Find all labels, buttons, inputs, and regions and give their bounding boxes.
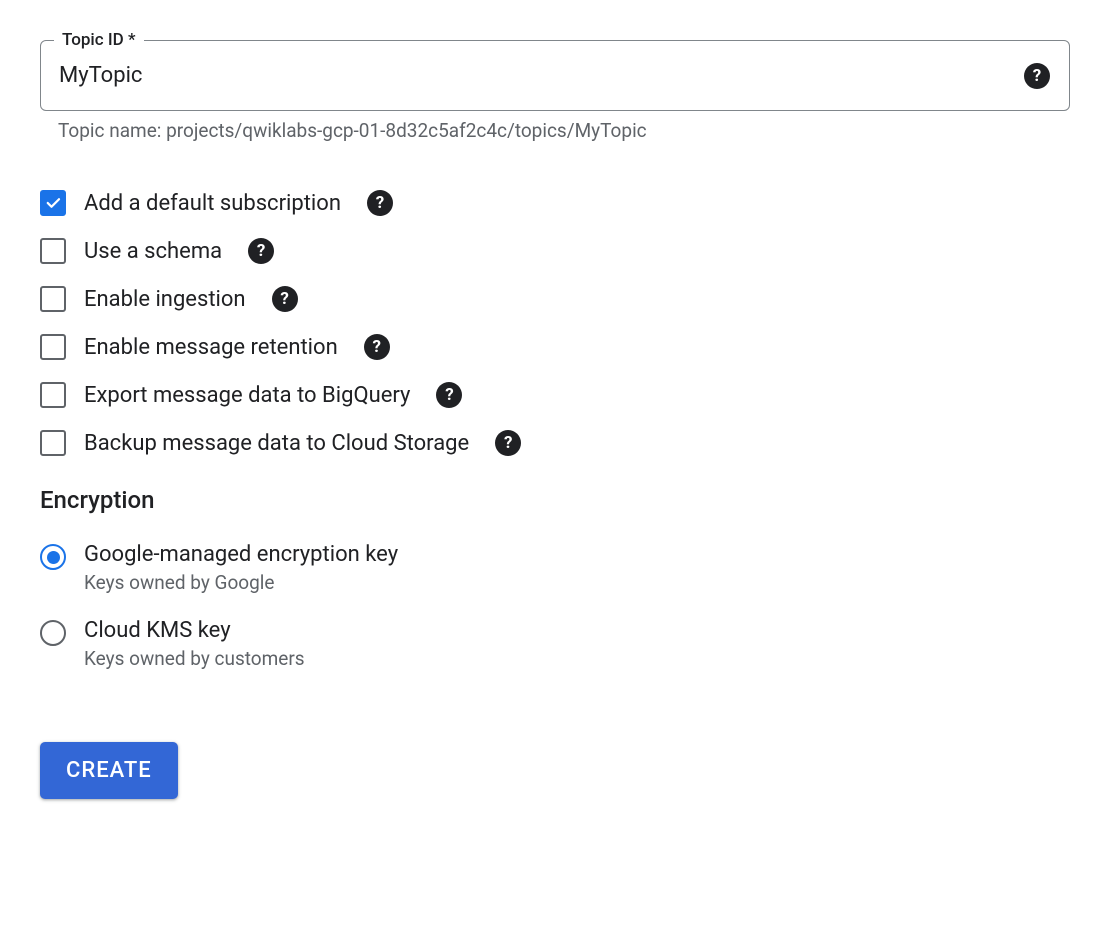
retention-help-icon[interactable]: ?: [364, 334, 390, 360]
default-subscription-label: Add a default subscription: [84, 191, 341, 216]
ingestion-help-icon[interactable]: ?: [272, 286, 298, 312]
bigquery-label: Export message data to BigQuery: [84, 383, 410, 408]
encryption-heading: Encryption: [40, 486, 1070, 514]
google-managed-radio-row: Google-managed encryption key Keys owned…: [40, 542, 1070, 594]
cloud-kms-radio-row: Cloud KMS key Keys owned by customers: [40, 618, 1070, 670]
cloud-storage-label: Backup message data to Cloud Storage: [84, 431, 469, 456]
cloud-kms-radio[interactable]: [40, 620, 66, 646]
schema-checkbox[interactable]: [40, 238, 66, 264]
cloud-storage-checkbox[interactable]: [40, 430, 66, 456]
retention-checkbox[interactable]: [40, 334, 66, 360]
cloud-storage-help-icon[interactable]: ?: [495, 430, 521, 456]
ingestion-checkbox[interactable]: [40, 286, 66, 312]
default-subscription-checkbox[interactable]: [40, 190, 66, 216]
ingestion-label: Enable ingestion: [84, 287, 246, 312]
bigquery-checkbox[interactable]: [40, 382, 66, 408]
topic-name-help-text: Topic name: projects/qwiklabs-gcp-01-8d3…: [58, 119, 1070, 142]
topic-id-input[interactable]: [40, 40, 1070, 111]
cloud-kms-label: Cloud KMS key: [84, 618, 305, 643]
ingestion-row: Enable ingestion ?: [40, 286, 1070, 312]
create-button[interactable]: CREATE: [40, 742, 178, 799]
bigquery-row: Export message data to BigQuery ?: [40, 382, 1070, 408]
schema-row: Use a schema ?: [40, 238, 1070, 264]
topic-id-label: Topic ID *: [54, 30, 144, 50]
retention-row: Enable message retention ?: [40, 334, 1070, 360]
default-subscription-row: Add a default subscription ?: [40, 190, 1070, 216]
google-managed-description: Keys owned by Google: [84, 571, 398, 594]
bigquery-help-icon[interactable]: ?: [436, 382, 462, 408]
retention-label: Enable message retention: [84, 335, 338, 360]
cloud-storage-row: Backup message data to Cloud Storage ?: [40, 430, 1070, 456]
schema-help-icon[interactable]: ?: [248, 238, 274, 264]
default-subscription-help-icon[interactable]: ?: [367, 190, 393, 216]
google-managed-label: Google-managed encryption key: [84, 542, 398, 567]
cloud-kms-description: Keys owned by customers: [84, 647, 305, 670]
topic-id-input-group: Topic ID * ?: [40, 40, 1070, 111]
schema-label: Use a schema: [84, 239, 222, 264]
help-icon: ?: [1024, 63, 1050, 89]
topic-id-help-icon[interactable]: ?: [1016, 63, 1050, 89]
google-managed-radio[interactable]: [40, 544, 66, 570]
